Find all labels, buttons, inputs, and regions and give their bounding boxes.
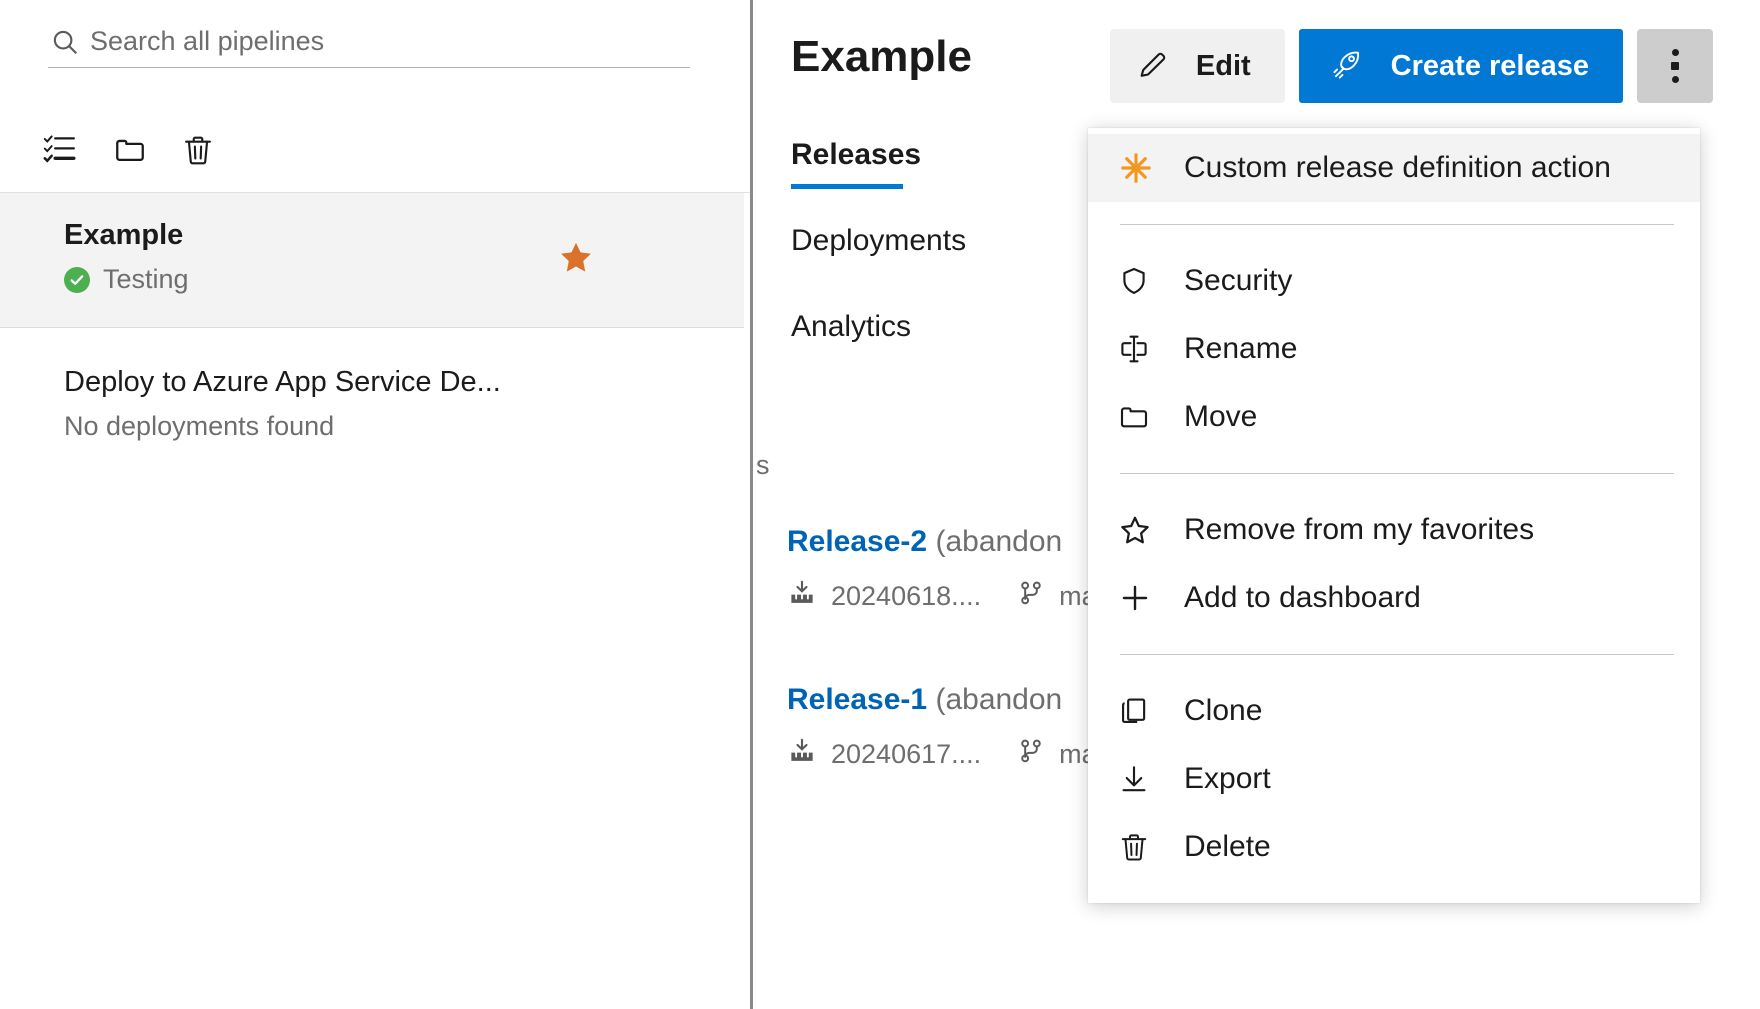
create-release-button[interactable]: Create release	[1299, 29, 1623, 103]
tab-label: Analytics	[791, 310, 911, 343]
shield-icon	[1118, 265, 1164, 297]
star-outline-icon	[1118, 513, 1164, 547]
clipped-text-fragment: s	[756, 450, 770, 481]
pipelines-sidebar: + New Example Testing	[0, 0, 750, 1009]
build-number: 20240617....	[831, 739, 981, 770]
header-actions: Edit Create release	[1110, 29, 1713, 103]
page-title: Example	[791, 32, 972, 82]
success-check-icon	[64, 267, 90, 293]
release-branch: ma	[1017, 578, 1097, 615]
menu-item-label: Custom release definition action	[1184, 151, 1611, 185]
pipeline-status: No deployments found	[64, 411, 744, 442]
menu-item-delete[interactable]: Delete	[1088, 813, 1700, 881]
rocket-icon	[1329, 48, 1365, 85]
menu-item-label: Clone	[1184, 694, 1262, 728]
menu-item-clone[interactable]: Clone	[1088, 677, 1700, 745]
release-state: (abandon	[935, 683, 1062, 716]
build-icon	[787, 578, 817, 615]
sidebar-toolbar: + New	[0, 110, 750, 192]
tab-releases[interactable]: Releases	[791, 138, 921, 172]
tab-analytics[interactable]: Analytics	[791, 310, 911, 344]
pipeline-title: Deploy to Azure App Service De...	[64, 366, 744, 399]
asterisk-icon	[1118, 150, 1164, 186]
copy-icon	[1118, 695, 1164, 727]
release-build: 20240618....	[787, 578, 981, 615]
tab-label: Deployments	[791, 224, 966, 257]
menu-item-label: Export	[1184, 762, 1271, 796]
favorite-star-icon[interactable]	[556, 239, 596, 282]
menu-item-label: Security	[1184, 264, 1292, 298]
rename-icon	[1118, 333, 1164, 365]
release-branch: ma	[1017, 736, 1097, 773]
pipeline-status-label: No deployments found	[64, 411, 334, 442]
menu-item-label: Rename	[1184, 332, 1297, 366]
menu-separator	[1120, 224, 1674, 225]
trash-icon	[1118, 831, 1164, 863]
release-link[interactable]: Release-2	[787, 525, 927, 558]
menu-item-label: Remove from my favorites	[1184, 513, 1534, 547]
edit-button[interactable]: Edit	[1110, 29, 1285, 103]
create-release-button-label: Create release	[1391, 50, 1589, 83]
folder-icon[interactable]	[102, 124, 158, 176]
pipeline-status-label: Testing	[103, 264, 189, 295]
menu-item-label: Delete	[1184, 830, 1271, 864]
context-menu: Custom release definition action Securit…	[1088, 128, 1700, 903]
release-state: (abandon	[935, 525, 1062, 558]
pencil-icon	[1136, 48, 1170, 85]
recycle-bin-icon[interactable]	[170, 124, 226, 176]
folder-icon	[1118, 401, 1164, 433]
menu-item-custom-release-definition-action[interactable]: Custom release definition action	[1088, 134, 1700, 202]
branch-icon	[1017, 736, 1045, 773]
menu-item-remove-from-my-favorites[interactable]: Remove from my favorites	[1088, 496, 1700, 564]
menu-separator	[1120, 654, 1674, 655]
menu-item-security[interactable]: Security	[1088, 247, 1700, 315]
tab-deployments[interactable]: Deployments	[791, 224, 966, 258]
tab-label: Releases	[791, 138, 921, 171]
menu-item-label: Add to dashboard	[1184, 581, 1421, 615]
edit-button-label: Edit	[1196, 50, 1251, 83]
pipeline-status: Testing	[64, 264, 744, 295]
menu-item-label: Move	[1184, 400, 1257, 434]
menu-item-export[interactable]: Export	[1088, 745, 1700, 813]
more-vertical-icon	[1671, 46, 1679, 86]
plus-icon	[1118, 581, 1164, 615]
build-number: 20240618....	[831, 581, 981, 612]
pivot-tabs: Releases Deployments Analytics	[791, 138, 966, 396]
menu-separator	[1120, 473, 1674, 474]
branch-icon	[1017, 578, 1045, 615]
menu-item-move[interactable]: Move	[1088, 383, 1700, 451]
all-pipelines-icon[interactable]	[32, 124, 88, 176]
search-input[interactable]	[90, 25, 650, 57]
search-bar[interactable]	[48, 16, 690, 68]
menu-item-add-to-dashboard[interactable]: Add to dashboard	[1088, 564, 1700, 632]
build-icon	[787, 736, 817, 773]
pipeline-title: Example	[64, 219, 744, 252]
release-build: 20240617....	[787, 736, 981, 773]
pipeline-list-item-deploy[interactable]: Deploy to Azure App Service De... No dep…	[0, 340, 744, 460]
more-actions-button[interactable]	[1637, 29, 1713, 103]
release-link[interactable]: Release-1	[787, 683, 927, 716]
menu-item-rename[interactable]: Rename	[1088, 315, 1700, 383]
search-icon	[48, 25, 82, 59]
download-icon	[1118, 763, 1164, 795]
pipeline-list-item-example[interactable]: Example Testing	[0, 193, 744, 328]
